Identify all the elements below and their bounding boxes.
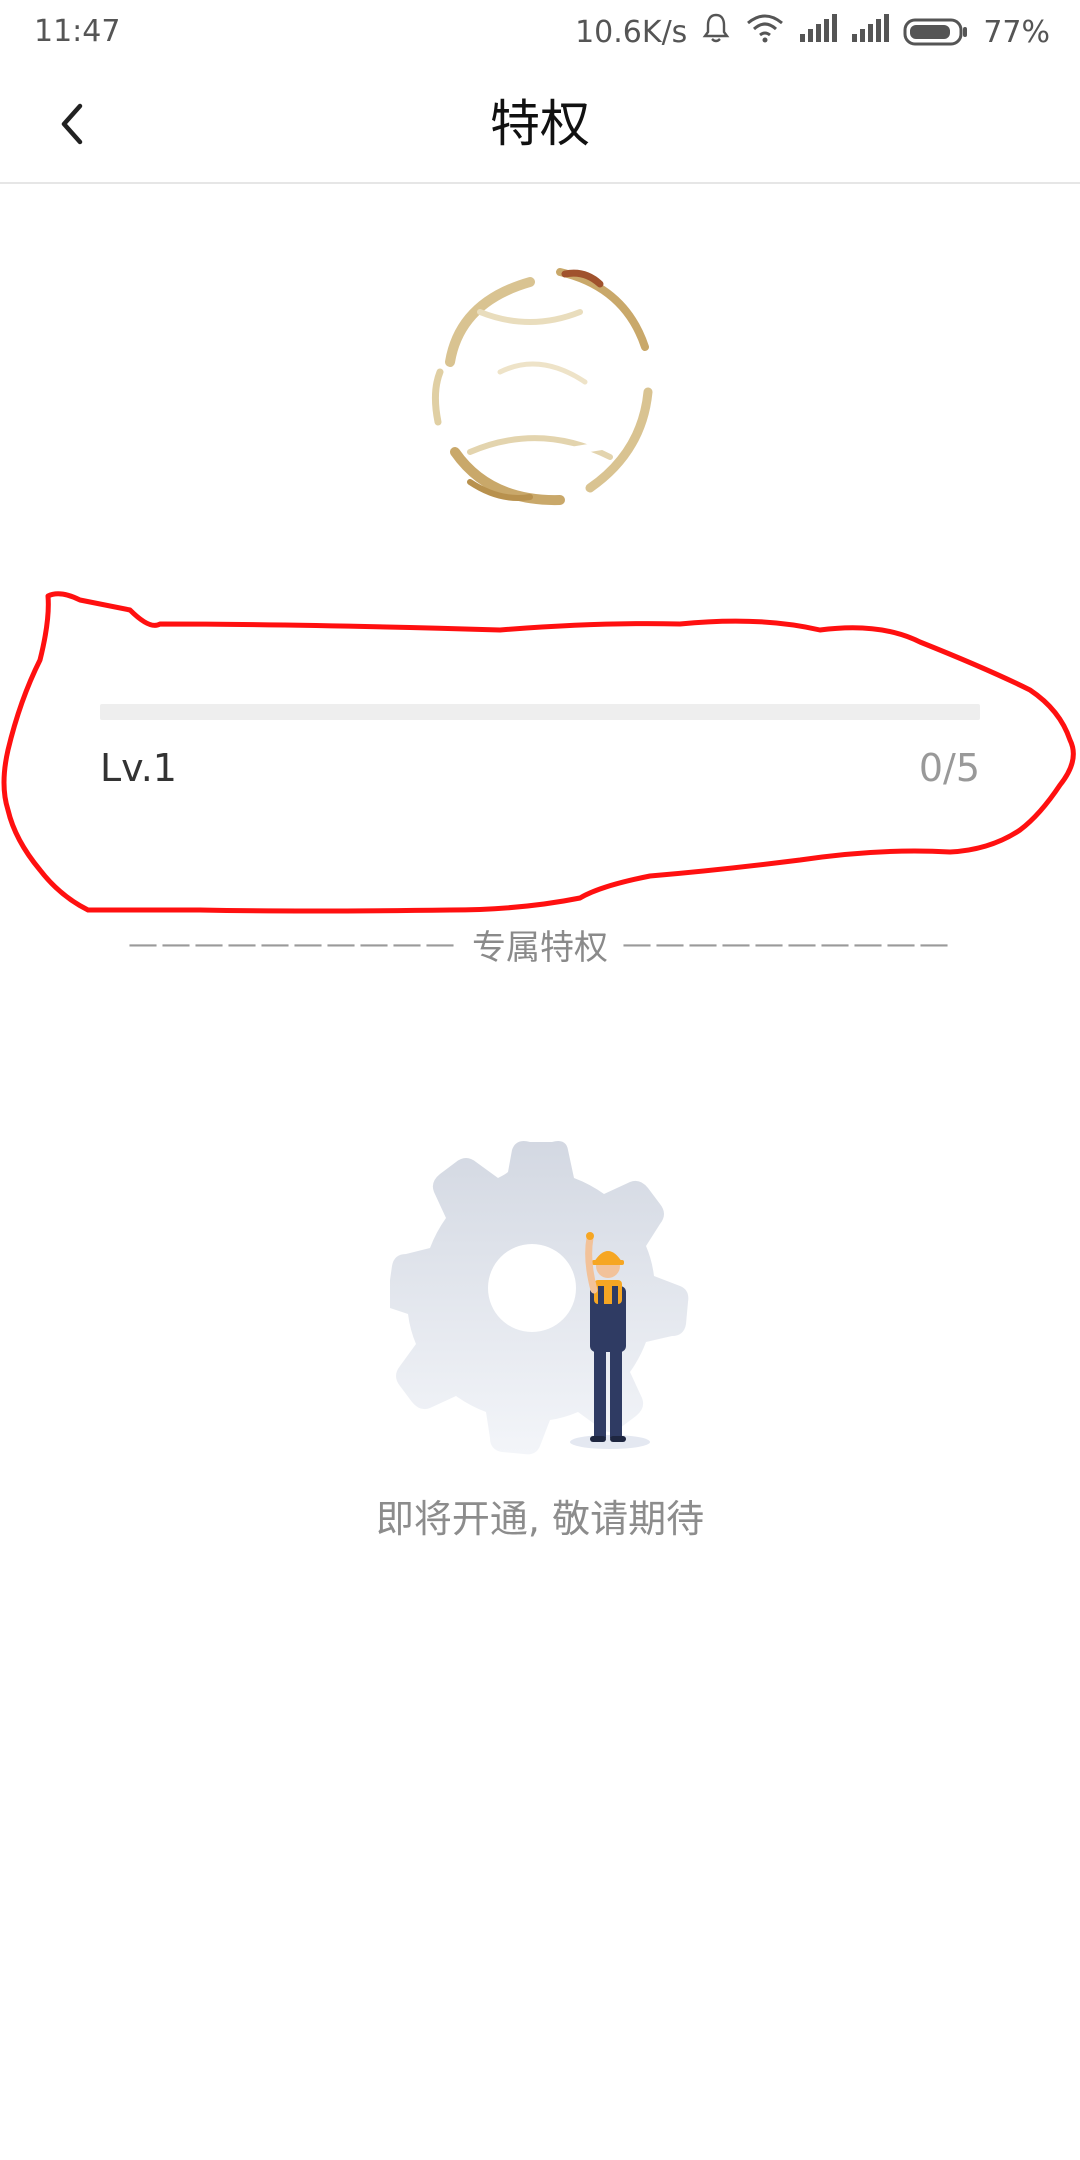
bell-icon	[701, 12, 731, 52]
username-obscured	[395, 560, 685, 640]
privileges-screen: 11:47 10.6K/s 77% 特权 Lv.1 0/5 ——————————…	[0, 0, 1080, 2160]
gear-worker-illustration	[384, 1140, 690, 1460]
wifi-icon	[745, 12, 785, 52]
battery-percent: 77%	[983, 14, 1050, 50]
status-indicators: 10.6K/s 77%	[575, 12, 1050, 52]
status-time: 11:47	[34, 14, 121, 49]
signal-icon	[851, 14, 890, 50]
battery-icon	[903, 17, 969, 47]
section-divider: —————————— 专属特权 ——————————	[0, 920, 1080, 969]
level-progress-bar	[100, 704, 980, 720]
header: 特权	[0, 66, 1080, 184]
level-progress-text: 0/5	[918, 746, 980, 790]
divider-dashes-right: ——————————	[622, 927, 952, 962]
status-bar: 11:47 10.6K/s 77%	[0, 0, 1080, 66]
avatar	[410, 252, 670, 512]
gear-icon	[384, 1141, 689, 1455]
divider-dashes-left: ——————————	[128, 927, 458, 962]
empty-state-message: 即将开通, 敬请期待	[375, 1497, 705, 1541]
level-label: Lv.1	[100, 746, 177, 790]
page-title: 特权	[490, 95, 590, 153]
section-title: 专属特权	[472, 928, 608, 968]
signal-icon	[799, 14, 838, 50]
network-speed: 10.6K/s	[575, 14, 688, 50]
